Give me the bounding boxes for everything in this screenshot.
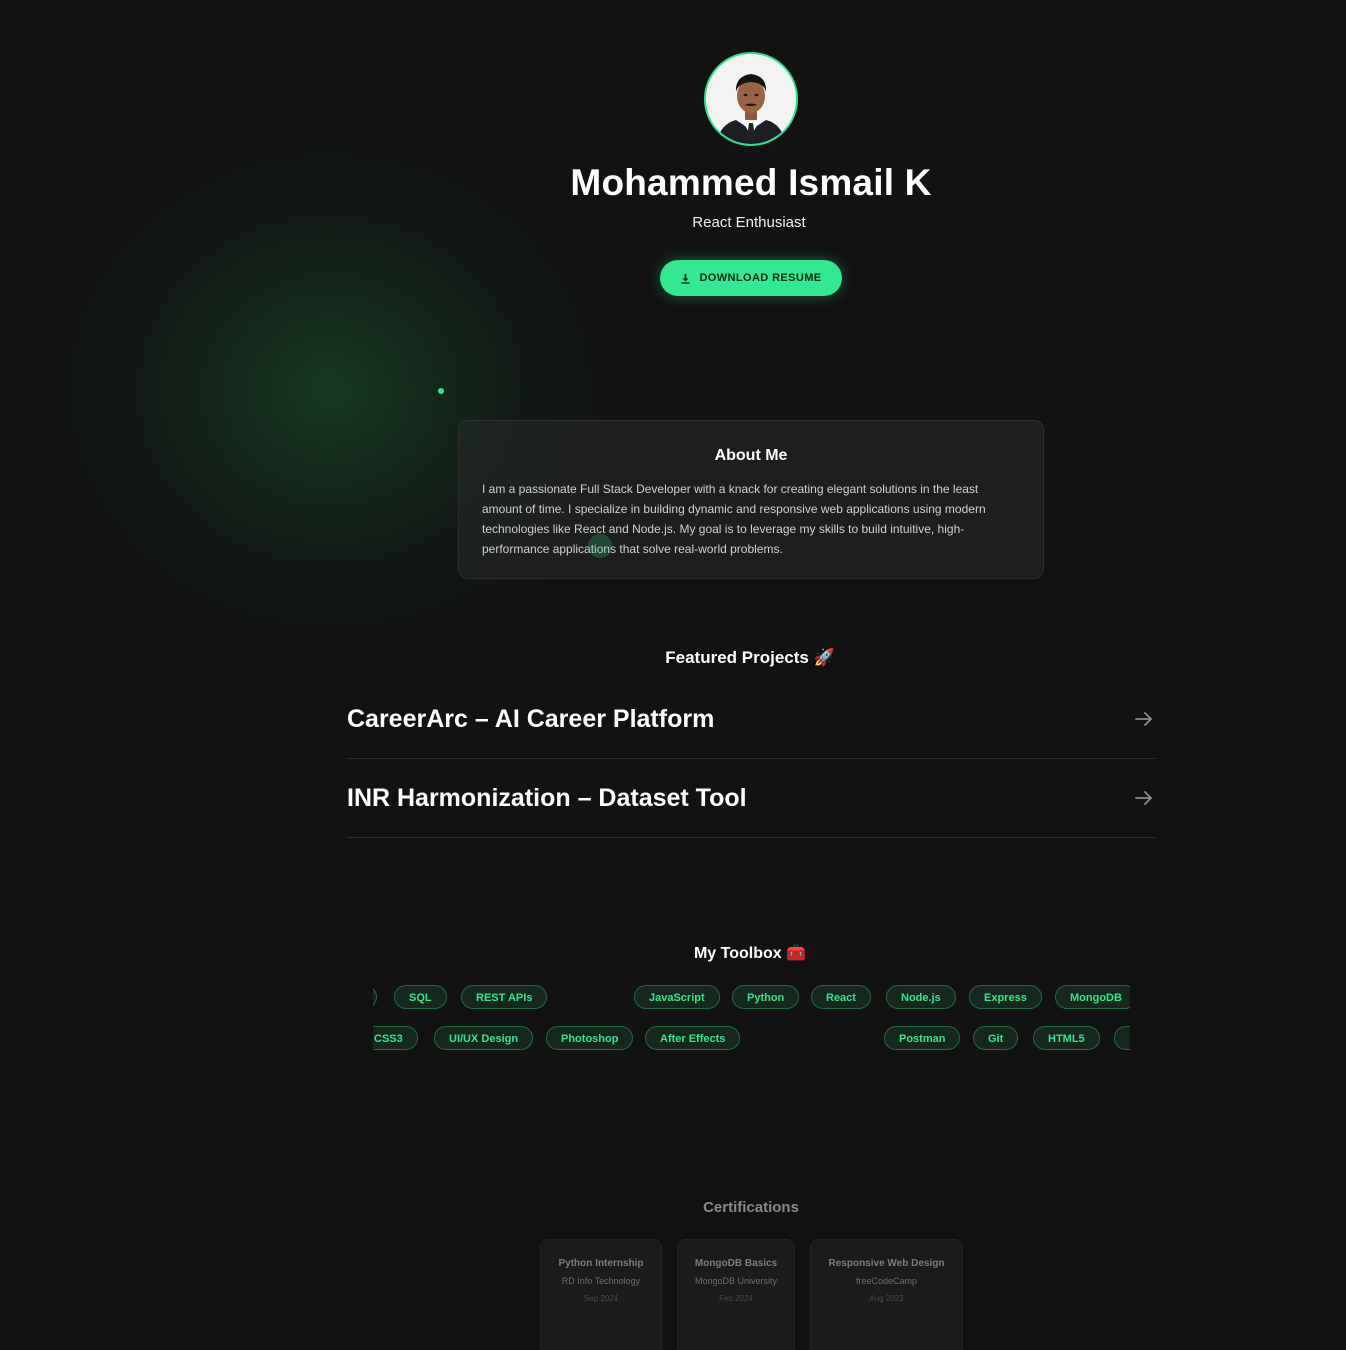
skill-chip: SQL xyxy=(394,985,447,1009)
skill-chip: After Effects xyxy=(645,1026,741,1050)
skill-chip: Git xyxy=(973,1026,1019,1050)
skill-chip: MongoDB xyxy=(1055,985,1130,1009)
skill-chip-partial xyxy=(373,985,377,1009)
profile-name: Mohammed Ismail K xyxy=(570,162,932,203)
profile-role: React Enthusiast xyxy=(692,214,806,231)
certification-issuer: MongoDB University xyxy=(694,1276,778,1286)
arrow-right-icon[interactable] xyxy=(1134,709,1154,734)
certification-date: Sep 2024 xyxy=(583,1294,619,1303)
certification-date: Feb 2024 xyxy=(719,1294,753,1303)
certifications-heading: Certifications xyxy=(703,1199,799,1216)
skill-chip: Postman xyxy=(884,1026,961,1050)
skill-chip-partial xyxy=(1114,1026,1130,1050)
download-icon xyxy=(680,273,691,284)
skill-chip: REST APIs xyxy=(461,985,548,1009)
skill-chip: Express xyxy=(969,985,1042,1009)
skill-chip: Node.js xyxy=(886,985,956,1009)
certification-issuer: RD Info Technology xyxy=(561,1276,641,1286)
download-resume-label: DOWNLOAD RESUME xyxy=(699,272,822,284)
cursor-dot xyxy=(438,388,444,394)
profile-photo xyxy=(706,54,796,144)
about-text: I am a passionate Full Stack Developer w… xyxy=(482,482,986,556)
certification-title: MongoDB Basics xyxy=(694,1258,778,1269)
certification-issuer: freeCodeCamp xyxy=(855,1276,918,1286)
project-item-careerarc[interactable]: CareerArc – AI Career Platform xyxy=(347,681,1156,759)
project-item-inr-harmonization[interactable]: INR Harmonization – Dataset Tool xyxy=(347,760,1156,838)
skill-chip: UI/UX Design xyxy=(434,1026,534,1050)
certification-title: Responsive Web Design xyxy=(828,1258,945,1269)
skill-chip: CSS3 xyxy=(373,1026,418,1050)
certification-card[interactable]: MongoDB Basics MongoDB University Feb 20… xyxy=(677,1239,795,1350)
skill-chip: JavaScript xyxy=(634,985,720,1009)
project-title: CareerArc – AI Career Platform xyxy=(347,705,715,733)
certification-date: Aug 2023 xyxy=(869,1294,904,1303)
projects-heading: Featured Projects 🚀 xyxy=(665,648,835,667)
certification-card[interactable]: Responsive Web Design freeCodeCamp Aug 2… xyxy=(810,1239,963,1350)
toolbox-marquee-row-1: SQL REST APIs JavaScript Python React No… xyxy=(373,985,1130,1011)
project-title: INR Harmonization – Dataset Tool xyxy=(347,784,747,812)
about-title: About Me xyxy=(714,447,788,464)
skill-chip: Python xyxy=(732,985,800,1009)
certification-card[interactable]: Python Internship RD Info Technology Sep… xyxy=(540,1239,662,1350)
portfolio-page: Mohammed Ismail K React Enthusiast DOWNL… xyxy=(0,0,1346,1350)
arrow-right-icon[interactable] xyxy=(1134,788,1154,813)
skill-chip: HTML5 xyxy=(1033,1026,1100,1050)
skill-chip: React xyxy=(811,985,871,1009)
skill-chip: Photoshop xyxy=(546,1026,634,1050)
toolbox-marquee-row-2: CSS3 UI/UX Design Photoshop After Effect… xyxy=(373,1026,1130,1052)
toolbox-heading: My Toolbox 🧰 xyxy=(693,945,807,962)
about-card: About Me I am a passionate Full Stack De… xyxy=(458,420,1044,579)
profile-avatar xyxy=(704,52,798,146)
certification-title: Python Internship xyxy=(558,1258,644,1269)
cursor-ring xyxy=(588,534,612,558)
download-resume-button[interactable]: DOWNLOAD RESUME xyxy=(660,260,842,296)
